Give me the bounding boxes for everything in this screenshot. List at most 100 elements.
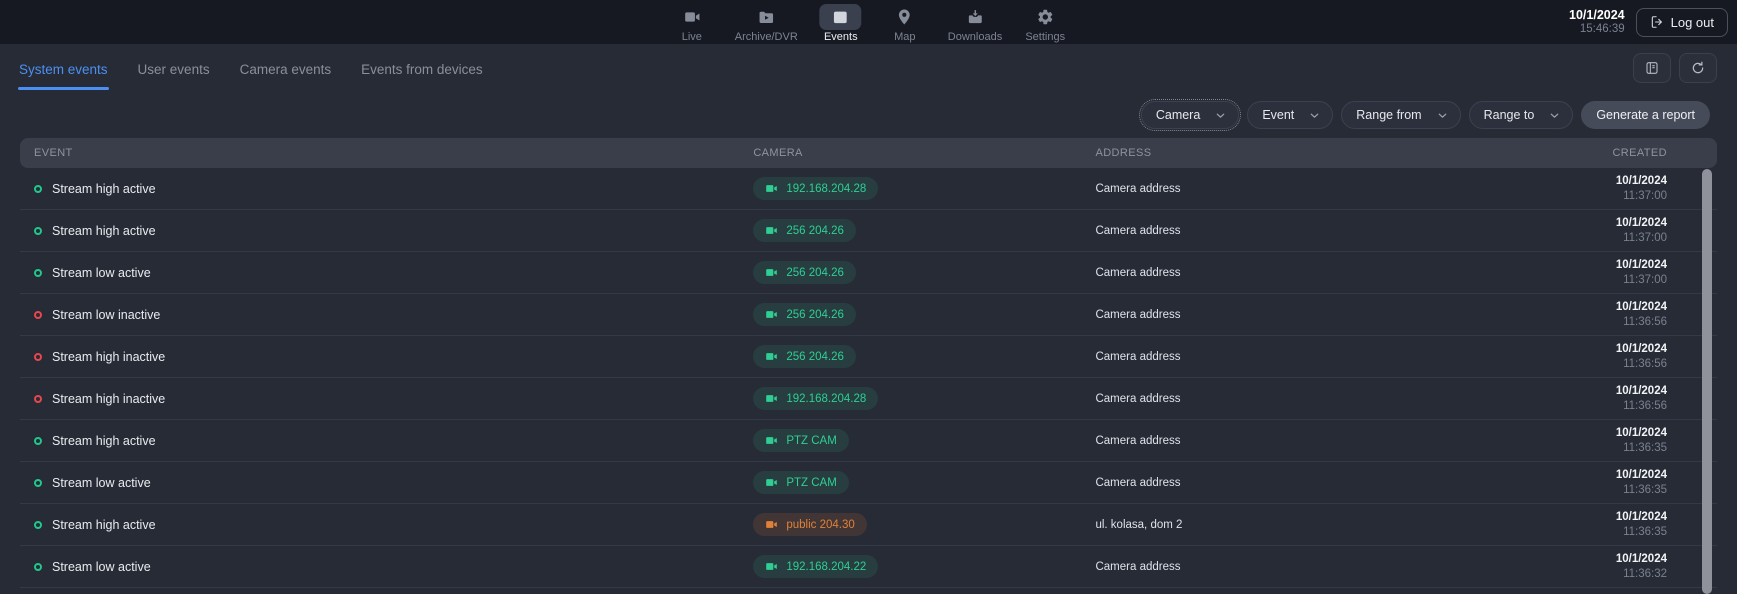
chevron-down-icon — [1214, 109, 1227, 122]
camera-badge[interactable]: 256 204.26 — [753, 261, 856, 284]
logout-button[interactable]: Log out — [1636, 8, 1728, 37]
refresh-icon — [1690, 60, 1706, 76]
camera-name: 256 204.26 — [786, 267, 844, 279]
created-date: 10/1/2024 — [1529, 426, 1667, 440]
logout-icon — [1650, 15, 1664, 29]
camera-badge[interactable]: 192.168.204.28 — [753, 387, 878, 410]
live-icon — [671, 4, 713, 30]
table-row[interactable]: Stream high active 192.168.204.28 Camera a… — [20, 168, 1717, 210]
event-cell: Stream low active — [34, 476, 753, 490]
nav-item-map[interactable]: Map — [884, 4, 926, 43]
journal-icon — [1644, 60, 1660, 76]
camera-badge[interactable]: 192.168.204.22 — [753, 555, 878, 578]
created-date: 10/1/2024 — [1529, 468, 1667, 482]
nav-label: Settings — [1025, 31, 1065, 43]
current-time: 15:46:39 — [1569, 23, 1625, 37]
camera-icon — [765, 224, 778, 237]
event-name: Stream low inactive — [52, 308, 160, 322]
created-time: 11:36:35 — [1529, 483, 1667, 497]
table-row[interactable]: Stream low inactive 256 204.26 Camera addr… — [20, 294, 1717, 336]
created-date: 10/1/2024 — [1529, 174, 1667, 188]
event-name: Stream low active — [52, 266, 151, 280]
table-row[interactable]: Stream high inactive256 204.26Camera add… — [20, 336, 1717, 378]
table-row[interactable]: Stream high inactive192.168.204.28Camera… — [20, 378, 1717, 420]
created-cell: 10/1/202411:36:56 — [1529, 384, 1703, 413]
filter-dropdown-range-from[interactable]: Range from — [1341, 101, 1460, 129]
created-time: 11:37:00 — [1529, 189, 1667, 203]
camera-badge[interactable]: 256 204.26 — [753, 303, 856, 326]
table-row[interactable]: Stream low active 192.168.204.22 Camera ad… — [20, 546, 1717, 588]
table-view-button[interactable] — [1633, 53, 1671, 83]
column-header-event: EVENT — [34, 147, 753, 159]
status-ring-icon — [34, 311, 42, 319]
filter-label: Event — [1262, 108, 1294, 122]
tab-system-events[interactable]: System events — [18, 47, 109, 90]
status-ring-icon — [34, 353, 42, 361]
event-name: Stream low active — [52, 560, 151, 574]
status-ring-icon — [34, 185, 42, 193]
event-cell: Stream high active — [34, 182, 753, 196]
address-cell: Camera address — [1095, 309, 1529, 321]
app-window: { "topbar": { "date": "10/1/2024", "time… — [0, 0, 1737, 594]
camera-cell: 256 204.26 — [753, 303, 1095, 326]
status-ring-icon — [34, 521, 42, 529]
status-ring-icon — [34, 269, 42, 277]
generate-report-button[interactable]: Generate a report — [1581, 101, 1710, 129]
address-cell: ul. kolasa, dom 2 — [1095, 519, 1529, 531]
event-cell: Stream low active — [34, 560, 753, 574]
created-cell: 10/1/202411:36:35 — [1529, 426, 1703, 455]
event-cell: Stream low inactive — [34, 308, 753, 322]
created-cell: 10/1/202411:37:00 — [1529, 258, 1703, 287]
camera-cell: 192.168.204.28 — [753, 387, 1095, 410]
downloads-icon — [954, 4, 996, 30]
address-cell: Camera address — [1095, 351, 1529, 363]
nav-label: Archive/DVR — [735, 31, 798, 43]
camera-icon — [765, 518, 778, 531]
address-cell: Camera address — [1095, 183, 1529, 195]
nav-item-live[interactable]: Live — [671, 4, 713, 43]
created-time: 11:37:00 — [1529, 231, 1667, 245]
chevron-down-icon — [1436, 109, 1449, 122]
table-body: Stream high active 192.168.204.28 Camera a… — [20, 168, 1717, 588]
table-scrollbar-thumb[interactable] — [1702, 169, 1712, 594]
camera-cell: 192.168.204.28 — [753, 177, 1095, 200]
filter-dropdown-event[interactable]: Event — [1247, 101, 1333, 129]
tab-user-events[interactable]: User events — [137, 47, 211, 90]
nav-item-archive[interactable]: Archive/DVR — [735, 4, 798, 43]
camera-badge[interactable]: public 204.30 — [753, 513, 866, 536]
table-row[interactable]: Stream low active256 204.26Camera addres… — [20, 252, 1717, 294]
camera-badge[interactable]: PTZ CAM — [753, 471, 848, 494]
camera-badge[interactable]: 192.168.204.28 — [753, 177, 878, 200]
nav-item-settings[interactable]: Settings — [1024, 4, 1066, 43]
table-row[interactable]: Stream high activepublic 204.30ul. kolas… — [20, 504, 1717, 546]
address-cell: Camera address — [1095, 561, 1529, 573]
table-row[interactable]: Stream high active256 204.26Camera addre… — [20, 210, 1717, 252]
nav-item-downloads[interactable]: Downloads — [948, 4, 1002, 43]
camera-name: 192.168.204.28 — [786, 183, 866, 195]
table-row[interactable]: Stream high activePTZ CAMCamera address1… — [20, 420, 1717, 462]
table-header: EVENTCAMERAADDRESSCREATED — [20, 138, 1717, 168]
camera-badge[interactable]: PTZ CAM — [753, 429, 848, 452]
created-date: 10/1/2024 — [1529, 342, 1667, 356]
created-time: 11:36:56 — [1529, 399, 1667, 413]
address-cell: Camera address — [1095, 435, 1529, 447]
camera-icon — [765, 350, 778, 363]
nav-item-events[interactable]: Events — [820, 4, 862, 43]
tab-events-from-devices[interactable]: Events from devices — [360, 47, 484, 90]
filter-dropdown-range-to[interactable]: Range to — [1469, 101, 1574, 129]
tab-camera-events[interactable]: Camera events — [239, 47, 333, 90]
column-header-address: ADDRESS — [1095, 147, 1529, 159]
created-time: 11:36:56 — [1529, 315, 1667, 329]
nav-label: Map — [894, 31, 915, 43]
created-cell: 10/1/202411:36:32 — [1529, 552, 1703, 581]
table-row[interactable]: Stream low activePTZ CAMCamera address10… — [20, 462, 1717, 504]
event-name: Stream high inactive — [52, 392, 165, 406]
filter-dropdown-camera[interactable]: Camera — [1141, 101, 1239, 129]
tab-actions — [1633, 53, 1717, 83]
datetime: 10/1/2024 15:46:39 — [1569, 8, 1625, 37]
camera-name: public 204.30 — [786, 519, 854, 531]
camera-badge[interactable]: 256 204.26 — [753, 219, 856, 242]
camera-badge[interactable]: 256 204.26 — [753, 345, 856, 368]
refresh-button[interactable] — [1679, 53, 1717, 83]
created-cell: 10/1/202411:37:00 — [1529, 216, 1703, 245]
